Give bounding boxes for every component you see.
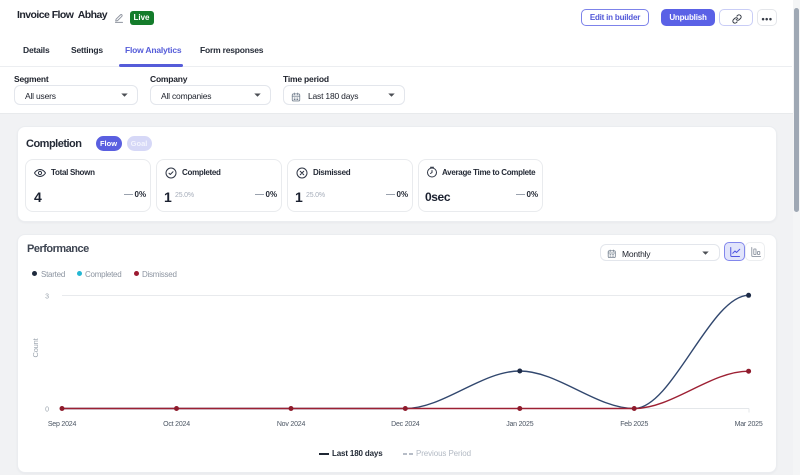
svg-text:Mar 2025: Mar 2025 — [735, 421, 763, 428]
svg-text:Sep 2024: Sep 2024 — [48, 421, 77, 428]
svg-text:Count: Count — [31, 337, 40, 357]
svg-text:Nov 2024: Nov 2024 — [277, 421, 306, 428]
svg-text:0: 0 — [45, 407, 49, 414]
svg-text:Dec 2024: Dec 2024 — [391, 421, 420, 428]
svg-text:Feb 2025: Feb 2025 — [620, 421, 648, 428]
svg-text:3: 3 — [45, 294, 49, 301]
svg-text:Jan 2025: Jan 2025 — [506, 421, 534, 428]
svg-text:Oct 2024: Oct 2024 — [163, 421, 190, 428]
